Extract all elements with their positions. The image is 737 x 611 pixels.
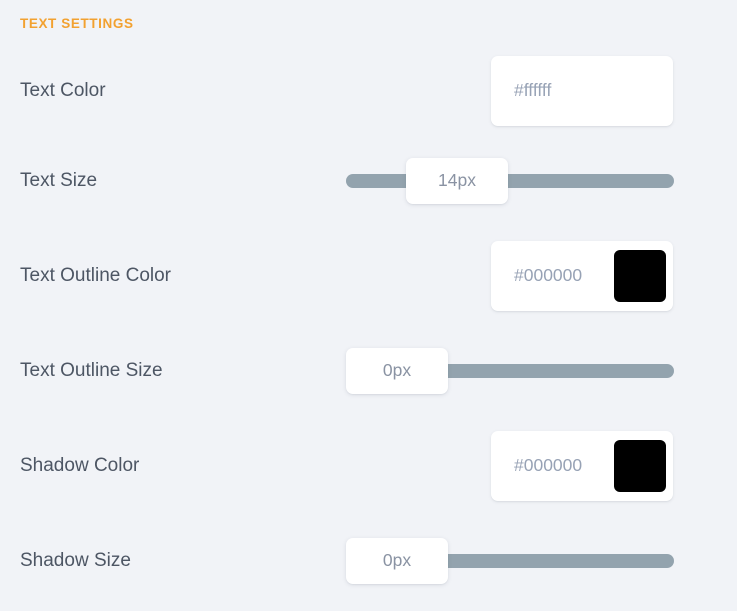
color-swatch-shadow-color[interactable] [614,439,666,492]
setting-row-shadow-size: Shadow Size 0px [0,513,737,608]
setting-row-shadow-color: Shadow Color [0,418,737,513]
hex-input-text-color[interactable] [491,80,614,101]
label-text-color: Text Color [20,79,106,101]
setting-row-text-color: Text Color [0,43,737,138]
setting-row-text-outline-size: Text Outline Size 0px [0,323,737,418]
setting-row-text-size: Text Size 14px [0,133,737,228]
hex-input-shadow-color[interactable] [491,455,614,476]
slider-shadow-size[interactable]: 0px [346,537,674,584]
label-shadow-size: Shadow Size [20,549,131,571]
slider-thumb-text-outline-size[interactable]: 0px [346,347,448,394]
text-settings-panel: TEXT SETTINGS Text Color Text Size 14px … [0,0,737,611]
color-card-text-outline-color[interactable] [491,240,673,311]
label-shadow-color: Shadow Color [20,454,140,476]
color-swatch-text-outline-color[interactable] [614,249,666,302]
setting-row-text-outline-color: Text Outline Color [0,228,737,323]
hex-input-text-outline-color[interactable] [491,265,614,286]
slider-text-size[interactable]: 14px [346,157,674,204]
slider-thumb-text-size[interactable]: 14px [406,157,508,204]
slider-thumb-shadow-size[interactable]: 0px [346,537,448,584]
color-swatch-text-color[interactable] [614,64,666,117]
slider-text-outline-size[interactable]: 0px [346,347,674,394]
color-card-shadow-color[interactable] [491,430,673,501]
section-header-text-settings: TEXT SETTINGS [20,16,134,31]
label-text-size: Text Size [20,169,98,191]
label-text-outline-size: Text Outline Size [20,359,163,381]
label-text-outline-color: Text Outline Color [20,264,172,286]
slider-track-text-size[interactable] [346,173,674,188]
color-card-text-color[interactable] [491,55,673,126]
